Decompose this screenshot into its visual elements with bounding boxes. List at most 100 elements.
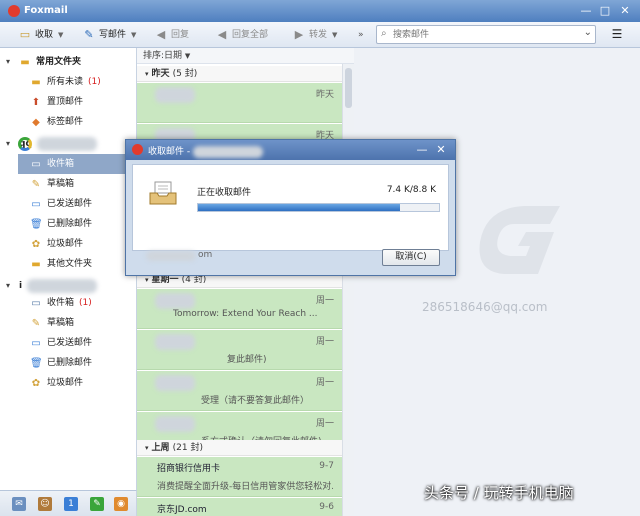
watermark-text: 头条号 / 玩转手机电脑 — [424, 484, 574, 502]
chevron-down-icon[interactable]: ▼ — [58, 26, 63, 44]
group-title: 星期一 — [151, 275, 179, 285]
list-item[interactable]: 招商银行信用卡 9-7 消费提醒全面升级-每日信用管家供您轻松对... — [137, 457, 342, 497]
foxmail-logo-icon — [8, 5, 20, 17]
redacted-text — [146, 251, 196, 261]
spam-icon: ✿ — [31, 377, 41, 389]
receive-button[interactable]: ▭ 收取 ▼ — [18, 26, 64, 44]
folder-label: 垃圾邮件 — [47, 239, 84, 249]
folder-drafts[interactable]: ✎ 草稿箱 — [30, 174, 74, 194]
receive-progress-bar — [197, 203, 440, 212]
sort-label: 排序:日期 — [143, 51, 183, 61]
folder-inbox-2[interactable]: ▭ 收件箱 (1) — [30, 293, 92, 313]
list-item[interactable]: 昨天 — [137, 83, 342, 123]
inbox-icon: ▭ — [31, 297, 41, 309]
redacted-account-name — [192, 145, 263, 158]
foxmail-logo-icon — [132, 144, 143, 155]
redacted-account-name — [27, 279, 98, 293]
group-last-week[interactable]: ▾ 上周 (21 封) — [137, 440, 342, 456]
reply-all-button[interactable]: ◀ 回复全部 — [215, 26, 268, 44]
rss-icon[interactable]: ◉ — [114, 497, 128, 511]
chevron-down-icon[interactable]: ▼ — [332, 26, 337, 44]
collapse-icon: ▾ — [145, 70, 149, 78]
main-menu-icon[interactable]: ☰ — [608, 27, 626, 43]
chevron-down-icon[interactable]: ▼ — [131, 26, 136, 44]
folder-label: 其他文件夹 — [47, 259, 93, 269]
collapse-icon[interactable]: ▾ — [6, 276, 14, 296]
close-icon[interactable]: ✕ — [617, 3, 633, 19]
inbox-tray-icon — [149, 181, 177, 205]
mail-date: 9-6 — [319, 502, 334, 512]
account-status-icon — [18, 137, 32, 151]
list-item[interactable]: 京东JD.com 9-6 — [137, 498, 342, 516]
minimize-icon[interactable]: — — [578, 3, 594, 19]
list-item[interactable]: 周一 受理（请不要答复此邮件） — [137, 371, 342, 411]
group-count: (21 封) — [172, 443, 204, 453]
redacted-sender — [155, 293, 195, 309]
folder-deleted[interactable]: 🗑 已删除邮件 — [30, 214, 92, 234]
group-yesterday[interactable]: ▾ 昨天 (5 封) — [137, 66, 342, 82]
drafts-icon: ✎ — [31, 178, 41, 190]
common-folders-group[interactable]: ▾ ▬ 常用文件夹 — [6, 52, 81, 72]
folder-spam[interactable]: ✿ 垃圾邮件 — [30, 234, 83, 254]
folder-spam-2[interactable]: ✿ 垃圾邮件 — [30, 373, 83, 393]
search-options-icon[interactable]: ⌄ — [584, 27, 592, 38]
notes-icon[interactable]: ✎ — [90, 497, 104, 511]
compose-button[interactable]: ✎ 写邮件 ▼ — [82, 26, 136, 44]
sent-icon: ▭ — [31, 198, 41, 210]
folder-drafts-2[interactable]: ✎ 草稿箱 — [30, 313, 74, 333]
mail-sender: 招商银行信用卡 — [157, 464, 221, 474]
mail-list: 排序:日期 ▼ ▾昨天 (5 封) 昨天 昨天 om ▾星期一 (4 封) 周一… — [137, 48, 354, 516]
folder-sent[interactable]: ▭ 已发送邮件 — [30, 194, 92, 214]
title-bar: Foxmail — □ ✕ — [0, 0, 640, 22]
dialog-footer-fragment: om — [198, 250, 213, 260]
account-prefix: i — [19, 281, 23, 291]
close-icon[interactable]: ✕ — [433, 142, 449, 158]
account-email: 286518646@qq.com — [422, 300, 548, 314]
minimize-icon[interactable]: — — [414, 142, 430, 158]
folder-sent-2[interactable]: ▭ 已发送邮件 — [30, 333, 92, 353]
folder-deleted-2[interactable]: 🗑 已删除邮件 — [30, 353, 92, 373]
mail-view-icon[interactable]: ✉ — [12, 497, 26, 511]
folder-icon: ▬ — [20, 56, 30, 68]
search-input[interactable] — [393, 27, 573, 42]
search-box[interactable]: ⌕ ⌄ — [376, 25, 596, 44]
group-title: 昨天 — [151, 69, 170, 79]
maximize-icon[interactable]: □ — [597, 3, 613, 19]
reply-all-label: 回复全部 — [232, 30, 269, 40]
mail-subject: 消费提醒全面升级-每日信用管家供您轻松对... — [157, 482, 333, 492]
folder-label: 标签邮件 — [47, 117, 84, 127]
calendar-icon[interactable]: 1 — [64, 497, 78, 511]
mail-date: 9-7 — [319, 461, 334, 471]
window-title: Foxmail — [24, 5, 68, 16]
collapse-icon[interactable]: ▾ — [6, 134, 14, 154]
collapse-icon: ▾ — [145, 444, 149, 452]
mail-date: 周一 — [315, 337, 334, 347]
mail-list-scrollbar[interactable] — [342, 64, 354, 516]
drafts-icon: ✎ — [31, 317, 41, 329]
list-item[interactable]: 周一 复此邮件) — [137, 330, 342, 370]
more-chevron-icon[interactable]: » — [358, 26, 364, 44]
contacts-icon[interactable]: ☺ — [38, 497, 52, 511]
scrollbar-thumb[interactable] — [345, 68, 352, 108]
folder-label: 收件箱 — [47, 159, 75, 169]
collapse-icon[interactable]: ▾ — [6, 52, 14, 72]
sort-bar[interactable]: 排序:日期 ▼ — [137, 48, 354, 64]
foxmail-watermark-logo-icon — [479, 206, 560, 274]
list-item[interactable]: 周一 Tomorrow: Extend Your Reach ... — [137, 289, 342, 329]
folder-icon: ▬ — [31, 76, 41, 88]
group-label: 常用文件夹 — [36, 57, 82, 67]
redacted-sender — [155, 87, 195, 103]
folder-inbox-selected[interactable]: ▭ 收件箱 — [18, 154, 137, 174]
cancel-button[interactable]: 取消(C) — [382, 249, 440, 266]
folder-tagged[interactable]: ◆ 标签邮件 — [30, 112, 83, 132]
folder-other[interactable]: ▬ 其他文件夹 — [30, 254, 92, 274]
folder-all-unread[interactable]: ▬ 所有未读 (1) — [30, 72, 101, 92]
chevron-down-icon: ▼ — [184, 52, 191, 60]
toolbar: ▭ 收取 ▼ ✎ 写邮件 ▼ ◀ 回复 ◀ 回复全部 ▶ 转发 ▼ » ⌕ ⌄ … — [0, 22, 640, 48]
forward-button[interactable]: ▶ 转发 ▼ — [292, 26, 338, 44]
group-count: (5 封) — [172, 69, 198, 79]
reply-button[interactable]: ◀ 回复 — [154, 26, 189, 44]
pin-icon: ⬆ — [31, 96, 41, 108]
folder-label: 置顶邮件 — [47, 97, 84, 107]
folder-pinned[interactable]: ⬆ 置顶邮件 — [30, 92, 83, 112]
